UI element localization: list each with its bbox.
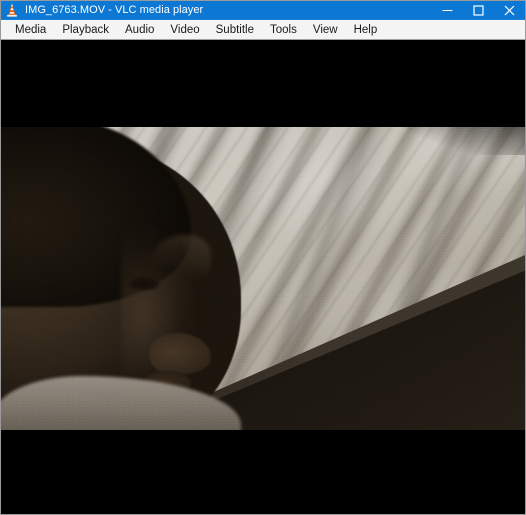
- maximize-button[interactable]: [463, 1, 494, 19]
- minimize-button[interactable]: [432, 1, 463, 19]
- menu-item-media[interactable]: Media: [7, 20, 54, 40]
- letterbox-top: [1, 40, 525, 127]
- letterbox-bottom: [1, 430, 525, 512]
- menu-item-view[interactable]: View: [305, 20, 346, 40]
- menu-item-video[interactable]: Video: [162, 20, 207, 40]
- vlc-main-window: IMG_6763.MOV - VLC media player Media Pl…: [0, 0, 526, 515]
- video-display-area[interactable]: [1, 40, 525, 512]
- window-title: IMG_6763.MOV - VLC media player: [25, 4, 204, 16]
- menu-item-subtitle[interactable]: Subtitle: [208, 20, 262, 40]
- baby-hair-wisp: [151, 235, 211, 287]
- window-controls: [432, 1, 525, 19]
- top-shadow-corner: [407, 127, 525, 155]
- video-frame: [1, 127, 525, 430]
- title-bar[interactable]: IMG_6763.MOV - VLC media player: [1, 1, 525, 19]
- baby-eye: [129, 277, 159, 290]
- menu-item-playback[interactable]: Playback: [54, 20, 117, 40]
- menu-item-tools[interactable]: Tools: [262, 20, 305, 40]
- vlc-cone-icon: [3, 2, 21, 18]
- menu-bar: Media Playback Audio Video Subtitle Tool…: [1, 19, 525, 40]
- menu-item-audio[interactable]: Audio: [117, 20, 162, 40]
- close-button[interactable]: [494, 1, 525, 19]
- menu-item-help[interactable]: Help: [346, 20, 386, 40]
